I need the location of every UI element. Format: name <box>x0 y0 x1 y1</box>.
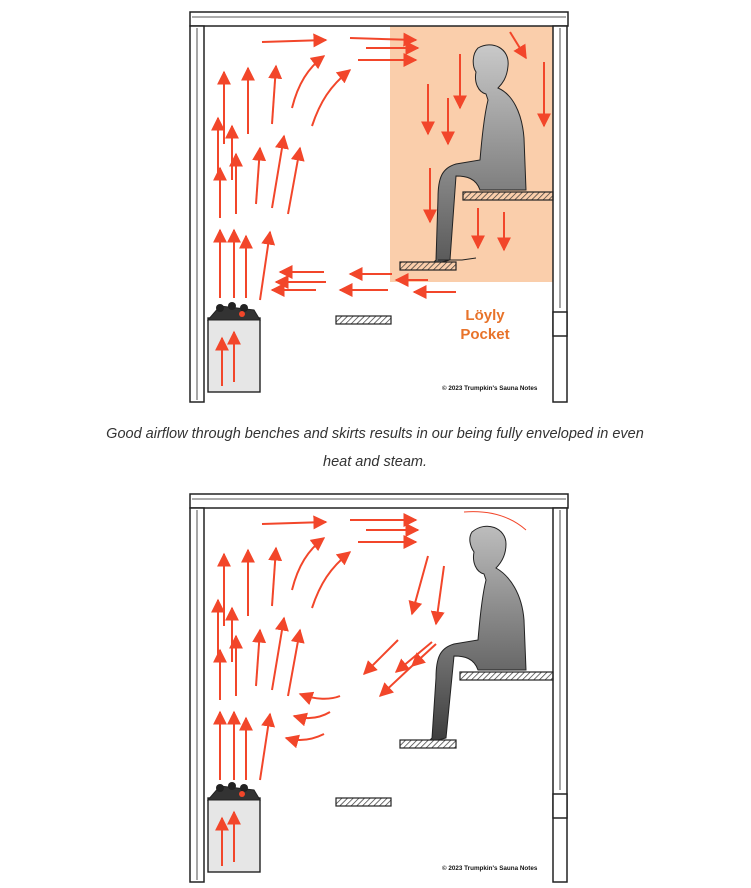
sauna-cross-section-2 <box>189 493 569 883</box>
sauna-diagram-poor-airflow: © 2023 Trumpkin's Sauna Notes <box>180 490 580 886</box>
figure-caption: Good airflow through benches and skirts … <box>40 420 710 476</box>
caption-line1: Good airflow through benches and skirts … <box>106 426 644 442</box>
floor-vent-icon <box>335 315 392 325</box>
loyly-pocket-label: Löyly Pocket <box>450 306 520 344</box>
upper-bench-icon <box>462 191 554 201</box>
caption-line2: heat and steam. <box>323 454 427 470</box>
floor-vent-icon-2 <box>335 797 392 807</box>
copyright-notice-2: © 2023 Trumpkin's Sauna Notes <box>442 865 538 872</box>
upper-bench-icon-2 <box>459 671 554 681</box>
foot-bench-icon-2 <box>399 739 457 749</box>
copyright-notice: © 2023 Trumpkin's Sauna Notes <box>442 385 538 392</box>
loyly-label-line2: Pocket <box>460 326 510 343</box>
foot-bench-icon <box>399 261 457 271</box>
loyly-pocket-region <box>390 26 553 282</box>
loyly-label-line1: Löyly <box>465 307 505 324</box>
seated-person-icon-2 <box>428 511 527 741</box>
sauna-diagram-enveloped: Löyly Pocket © 2023 Trumpkin's Sauna Not… <box>180 8 580 408</box>
sauna-cross-section <box>189 11 569 403</box>
